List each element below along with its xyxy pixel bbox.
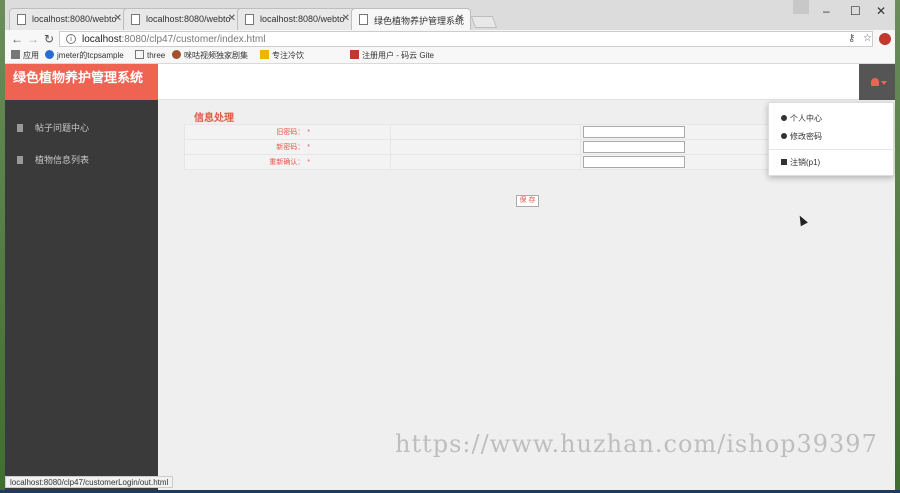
confirm-password-input[interactable] <box>583 156 685 168</box>
menu-item-logout[interactable]: 注销(p1) <box>781 157 820 168</box>
bookmark-item[interactable]: jmeter的tcpsample <box>45 50 124 61</box>
user-icon <box>871 78 879 86</box>
old-password-input[interactable] <box>583 126 685 138</box>
caret-down-icon <box>881 81 887 85</box>
browser-window: localhost:8080/webto ✕ localhost:8080/we… <box>5 0 895 490</box>
bookmark-star-icon[interactable]: ☆ <box>863 33 872 44</box>
url-path: :8080/clp47/customer/index.html <box>121 34 266 45</box>
url-input[interactable]: i localhost:8080/clp47/customer/index.ht… <box>59 31 873 47</box>
menu-item-change-password[interactable]: 修改密码 <box>781 131 822 142</box>
browser-tab[interactable]: localhost:8080/webto ✕ <box>237 8 357 30</box>
form-cell <box>390 124 581 140</box>
tab-title: 绿色植物养护管理系统 <box>374 16 465 26</box>
minimize-icon[interactable]: – <box>823 4 830 18</box>
top-navbar <box>158 64 895 100</box>
sidebar-item-posts[interactable]: 帖子问题中心 <box>5 112 158 144</box>
file-icon <box>17 124 23 132</box>
sidebar-item-label: 植物信息列表 <box>35 155 90 165</box>
extension-icon[interactable] <box>879 33 891 45</box>
desktop-background <box>895 0 900 493</box>
profile-icon[interactable] <box>793 0 809 14</box>
page-icon <box>17 14 26 25</box>
watermark: https://www.huzhan.com/ishop39397 <box>395 430 878 458</box>
bookmark-item[interactable]: 咪咕视频独家剧集 <box>172 50 248 61</box>
sidebar: 帖子问题中心 植物信息列表 <box>5 100 158 490</box>
url-host: localhost <box>82 34 122 45</box>
bookmark-item[interactable]: 专注冷饮 <box>260 50 304 61</box>
field-label: 重新确认： * <box>184 154 391 170</box>
menu-item-profile[interactable]: 个人中心 <box>781 113 822 124</box>
file-icon <box>17 156 23 164</box>
form-cell <box>390 139 581 155</box>
back-icon[interactable]: ← <box>11 32 23 46</box>
section-title: 信息处理 <box>194 113 234 124</box>
logout-icon <box>781 159 787 165</box>
window-close-icon[interactable]: ✕ <box>876 4 886 18</box>
close-icon[interactable]: ✕ <box>342 13 350 24</box>
gitee-icon <box>350 50 359 59</box>
field-label: 新密码： * <box>184 139 391 155</box>
save-button[interactable]: 保 存 <box>516 195 539 207</box>
apps-icon <box>11 50 20 59</box>
bookmark-item[interactable]: 注册用户 - 码云 Gite <box>350 50 434 61</box>
info-icon[interactable]: i <box>66 34 76 44</box>
field-label: 旧密码： * <box>184 124 391 140</box>
bookmark-item[interactable]: 应用 <box>11 50 39 61</box>
form-cell <box>390 154 581 170</box>
browser-tab-active[interactable]: 绿色植物养护管理系统 ✕ <box>351 8 471 30</box>
browser-tab[interactable]: localhost:8080/webto ✕ <box>123 8 243 30</box>
maximize-icon[interactable]: ☐ <box>850 4 861 18</box>
reload-icon[interactable]: ↻ <box>44 32 54 46</box>
close-icon[interactable]: ✕ <box>228 13 236 24</box>
site-icon <box>172 50 181 59</box>
new-tab-button[interactable] <box>470 16 498 28</box>
sidebar-item-label: 帖子问题中心 <box>35 123 90 133</box>
site-icon <box>260 50 269 59</box>
new-password-input[interactable] <box>583 141 685 153</box>
page-icon <box>131 14 140 25</box>
tab-title: localhost:8080/webto <box>260 14 345 24</box>
forward-icon[interactable]: → <box>27 32 39 46</box>
bookmarks-bar: 应用 jmeter的tcpsample three 咪咕视频独家剧集 专注冷饮 … <box>5 48 895 64</box>
sidebar-item-plants[interactable]: 植物信息列表 <box>5 144 158 176</box>
menu-divider <box>769 149 895 150</box>
user-menu-toggle[interactable] <box>859 64 895 100</box>
web-page: 绿色植物养护管理系统 帖子问题中心 植物信息列表 信息处理 旧密码： * 新密码… <box>5 64 895 490</box>
tab-title: localhost:8080/webto <box>32 14 117 24</box>
tab-strip: localhost:8080/webto ✕ localhost:8080/we… <box>5 0 895 30</box>
app-brand: 绿色植物养护管理系统 <box>5 64 158 100</box>
page-icon <box>359 14 368 25</box>
tab-title: localhost:8080/webto <box>146 14 231 24</box>
close-icon[interactable]: ✕ <box>114 13 122 24</box>
page-icon <box>135 50 144 59</box>
page-icon <box>245 14 254 25</box>
bookmark-item[interactable]: three <box>135 50 165 60</box>
user-dropdown-menu: 个人中心 修改密码 注销(p1) <box>768 102 895 176</box>
shield-icon <box>45 50 54 59</box>
key-icon[interactable]: ⚷ <box>848 33 855 44</box>
address-bar: ← → ↻ i localhost:8080/clp47/customer/in… <box>5 30 895 48</box>
browser-tab[interactable]: localhost:8080/webto ✕ <box>9 8 129 30</box>
close-icon[interactable]: ✕ <box>456 13 464 24</box>
gear-icon <box>781 133 787 139</box>
user-icon <box>781 115 787 121</box>
status-bar-url: localhost:8080/clp47/customerLogin/out.h… <box>5 476 174 488</box>
